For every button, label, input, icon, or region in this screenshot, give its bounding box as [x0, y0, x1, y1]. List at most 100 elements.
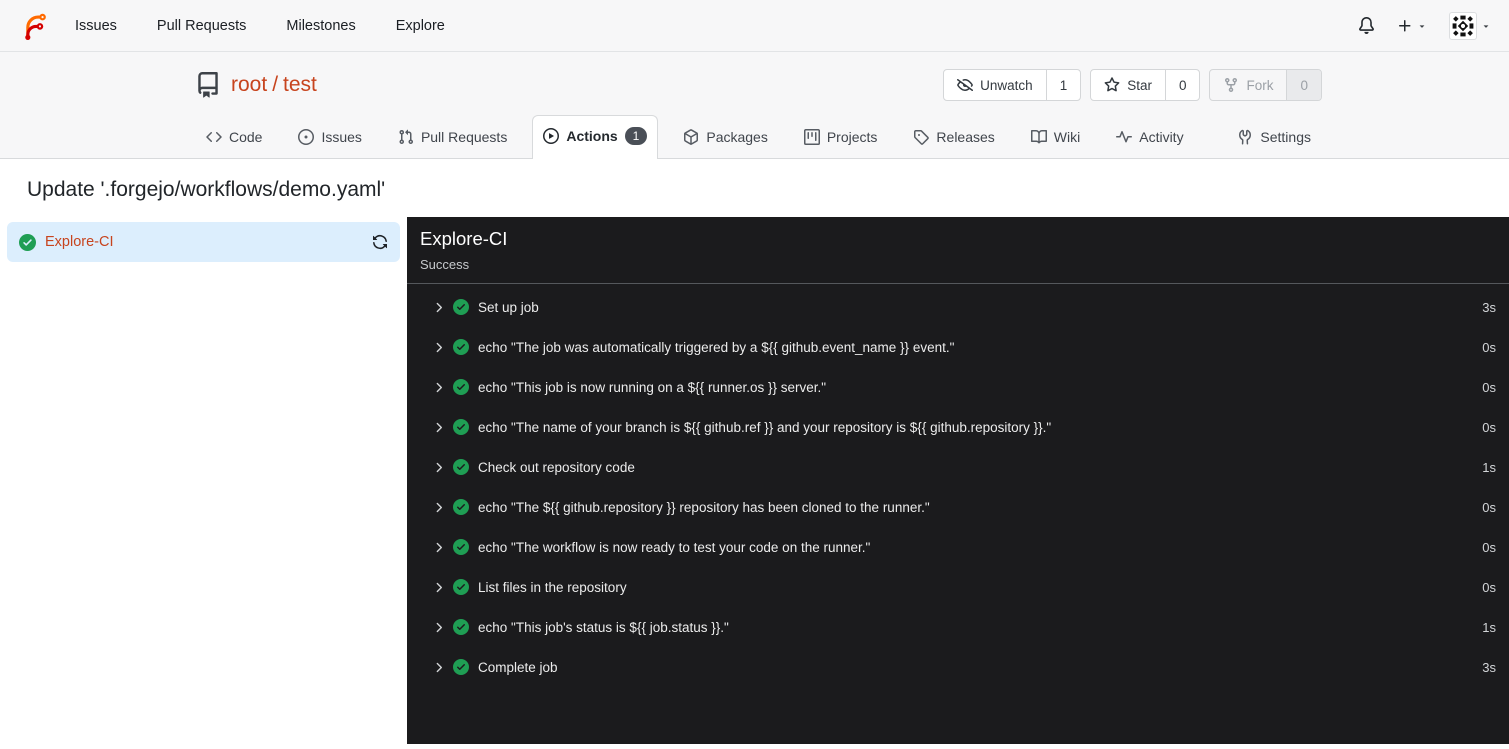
- step-duration: 0s: [1482, 499, 1496, 515]
- package-icon: [684, 129, 699, 145]
- tab-label: Pull Requests: [420, 129, 508, 145]
- triangle-down-icon: [1483, 24, 1489, 28]
- chevron-right-icon[interactable]: [431, 420, 446, 435]
- tab-projects[interactable]: Projects: [793, 117, 889, 158]
- step-name: Check out repository code: [478, 459, 635, 475]
- tab-packages[interactable]: Packages: [672, 117, 778, 158]
- tab-label: Settings: [1260, 129, 1311, 145]
- step-row[interactable]: echo "The job was automatically triggere…: [407, 327, 1509, 367]
- step-row[interactable]: echo "The ${{ github.repository }} repos…: [407, 487, 1509, 527]
- navbar-item-issues[interactable]: Issues: [75, 18, 117, 34]
- repo-path-separator: /: [272, 73, 279, 96]
- chevron-right-icon[interactable]: [431, 660, 446, 675]
- user-menu-button[interactable]: [1449, 11, 1491, 40]
- repo-tabs: Code Issues Pull Requests Actions 1 Pack…: [0, 115, 1509, 159]
- repo-action-buttons: Unwatch 1 Star 0 Fork 0: [943, 69, 1322, 101]
- top-navbar: Issues Pull Requests Milestones Explore: [0, 0, 1509, 52]
- tab-code[interactable]: Code: [195, 117, 273, 158]
- rerun-job-button[interactable]: [372, 234, 388, 250]
- step-row[interactable]: Set up job 3s: [407, 287, 1509, 327]
- chevron-right-icon[interactable]: [431, 540, 446, 555]
- step-duration: 0s: [1482, 579, 1496, 595]
- repo-header: root / test Unwatch 1 Star 0 Fork 0 Code…: [0, 52, 1509, 159]
- star-icon: [1104, 77, 1120, 92]
- step-row[interactable]: echo "This job is now running on a ${{ r…: [407, 367, 1509, 407]
- tab-settings[interactable]: Settings: [1226, 117, 1322, 158]
- step-duration: 0s: [1482, 339, 1496, 355]
- job-name: Explore-CI: [45, 234, 114, 250]
- tab-activity[interactable]: Activity: [1105, 117, 1194, 158]
- step-duration: 0s: [1482, 419, 1496, 435]
- check-circle-icon: [453, 379, 469, 395]
- chevron-right-icon[interactable]: [431, 340, 446, 355]
- forgejo-logo[interactable]: [18, 10, 49, 41]
- unwatch-button[interactable]: Unwatch 1: [943, 69, 1082, 101]
- step-row[interactable]: echo "The workflow is now ready to test …: [407, 527, 1509, 567]
- watch-count[interactable]: 1: [1045, 70, 1081, 100]
- step-duration: 0s: [1482, 379, 1496, 395]
- step-row[interactable]: List files in the repository 0s: [407, 567, 1509, 607]
- run-job-title: Explore-CI: [420, 228, 508, 249]
- step-duration: 0s: [1482, 539, 1496, 555]
- tab-actions[interactable]: Actions 1: [532, 115, 659, 159]
- tools-icon: [1239, 129, 1252, 145]
- chevron-right-icon[interactable]: [431, 460, 446, 475]
- tab-label: Code: [229, 129, 263, 145]
- tab-label: Wiki: [1053, 129, 1081, 145]
- star-button[interactable]: Star 0: [1090, 69, 1201, 101]
- tab-label: Projects: [826, 129, 878, 145]
- check-circle-icon: [453, 419, 469, 435]
- tab-releases[interactable]: Releases: [902, 117, 1005, 158]
- chevron-right-icon[interactable]: [431, 620, 446, 635]
- navbar-item-explore[interactable]: Explore: [396, 18, 445, 34]
- navbar-item-milestones[interactable]: Milestones: [286, 18, 355, 34]
- step-name: echo "The name of your branch is ${{ git…: [478, 419, 1052, 435]
- step-duration: 1s: [1482, 459, 1496, 475]
- step-name: echo "The workflow is now ready to test …: [478, 539, 871, 555]
- jobs-sidebar: Explore-CI: [0, 217, 407, 744]
- chevron-right-icon[interactable]: [431, 500, 446, 515]
- navbar-right: [1358, 11, 1491, 40]
- chevron-right-icon[interactable]: [431, 580, 446, 595]
- fork-button: Fork 0: [1209, 69, 1322, 101]
- check-circle-icon: [19, 233, 36, 251]
- repo-title: root / test: [231, 73, 317, 97]
- tab-label: Packages: [706, 129, 768, 145]
- tab-pull-requests[interactable]: Pull Requests: [387, 117, 518, 158]
- step-duration: 3s: [1482, 299, 1496, 315]
- play-circle-icon: [543, 128, 560, 144]
- repo-name-link[interactable]: test: [283, 73, 317, 96]
- git-pull-request-icon: [399, 129, 413, 145]
- notifications-button[interactable]: [1358, 17, 1375, 34]
- chevron-right-icon[interactable]: [431, 300, 446, 315]
- plus-icon: [1399, 19, 1411, 31]
- actions-count-badge: 1: [624, 127, 648, 145]
- eye-closed-icon: [957, 79, 974, 92]
- check-circle-icon: [453, 459, 469, 475]
- tab-label: Actions: [566, 128, 618, 144]
- create-new-button[interactable]: [1397, 18, 1427, 34]
- step-name: echo "This job is now running on a ${{ r…: [478, 379, 827, 395]
- step-row[interactable]: echo "This job's status is ${{ job.statu…: [407, 607, 1509, 647]
- sidebar-job-explore-ci[interactable]: Explore-CI: [7, 222, 400, 262]
- tab-issues[interactable]: Issues: [287, 117, 372, 158]
- navbar-item-pull-requests[interactable]: Pull Requests: [157, 18, 246, 34]
- check-circle-icon: [453, 539, 469, 555]
- repo-owner-link[interactable]: root: [231, 73, 267, 96]
- repo-book-icon: [195, 72, 221, 98]
- steps-list: Set up job 3s echo "The job was automatica…: [407, 284, 1509, 687]
- step-name: Set up job: [478, 299, 539, 315]
- star-label: Star: [1127, 77, 1152, 93]
- step-row[interactable]: echo "The name of your branch is ${{ git…: [407, 407, 1509, 447]
- star-count[interactable]: 0: [1164, 70, 1200, 100]
- step-name: echo "This job's status is ${{ job.statu…: [478, 619, 729, 635]
- step-row[interactable]: Complete job 3s: [407, 647, 1509, 687]
- step-name: Complete job: [478, 659, 558, 675]
- tab-label: Releases: [936, 129, 995, 145]
- tab-wiki[interactable]: Wiki: [1020, 117, 1091, 158]
- sync-icon: [373, 235, 387, 249]
- step-name: List files in the repository: [478, 579, 627, 595]
- project-icon: [803, 129, 820, 145]
- chevron-right-icon[interactable]: [431, 380, 446, 395]
- step-row[interactable]: Check out repository code 1s: [407, 447, 1509, 487]
